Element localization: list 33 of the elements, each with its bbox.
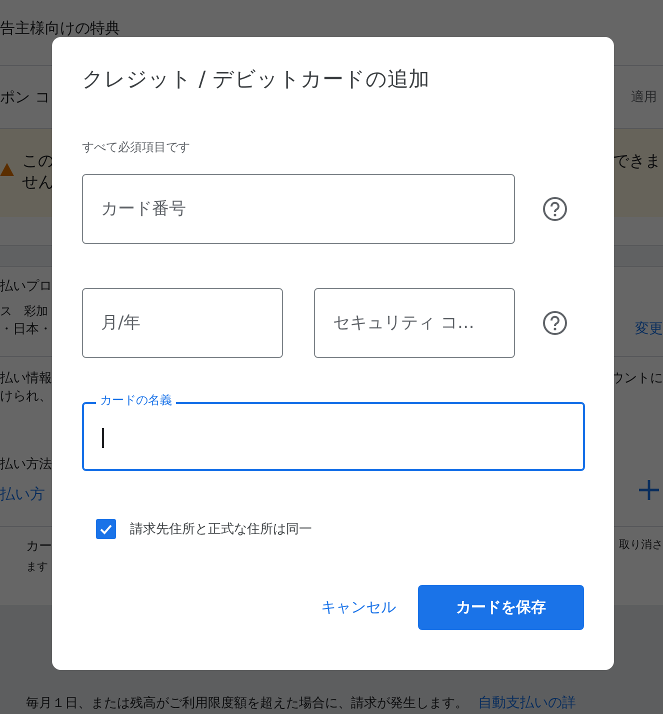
info-text: 払い情報 (0, 370, 52, 387)
info-text: けられ、 (0, 388, 52, 405)
warning-text: できま (613, 151, 661, 172)
coupon-label: ポン コ (0, 88, 50, 106)
profile-address: ・日本・ (0, 321, 52, 338)
method-title: 払い方 (0, 485, 46, 504)
card-number-field[interactable]: カード番号 (82, 174, 515, 244)
checkbox[interactable] (96, 519, 116, 539)
checkmark-icon (99, 522, 113, 536)
checkbox-label: 請求先住所と正式な住所は同一 (130, 521, 312, 538)
footer-text: 毎月１日、または残高がご利用限度額を超えた場合に、請求が発生します。 (26, 695, 468, 712)
note-text: カー (26, 538, 52, 555)
method-label: 払い方法 (0, 456, 52, 473)
apply-link[interactable]: 適用 (631, 88, 657, 106)
warning-icon (0, 163, 14, 176)
profile-label: 払いプロ (0, 278, 52, 295)
note-text: ます (26, 559, 49, 574)
security-code-field[interactable]: セキュリティ コ… (314, 288, 515, 358)
profile-name: ス 彩加 (0, 303, 49, 320)
help-icon[interactable] (542, 196, 568, 222)
add-icon[interactable] (639, 480, 659, 500)
warning-text: せん (22, 172, 54, 193)
expiry-field[interactable]: 月/年 (82, 288, 283, 358)
dialog-title: クレジット / デビットカードの追加 (82, 66, 430, 93)
section-heading: 告主様向けの特典 (0, 19, 120, 37)
required-note: すべて必須項目です (82, 139, 190, 156)
field-label: カードの名義 (96, 393, 176, 407)
details-link[interactable]: 自動支払いの詳 (478, 694, 576, 712)
text-cursor (102, 428, 104, 448)
help-icon[interactable] (542, 310, 568, 336)
save-card-button[interactable]: カードを保存 (418, 585, 584, 630)
change-link[interactable]: 変更 (635, 320, 663, 338)
note-text: 取り消さ (619, 537, 663, 552)
